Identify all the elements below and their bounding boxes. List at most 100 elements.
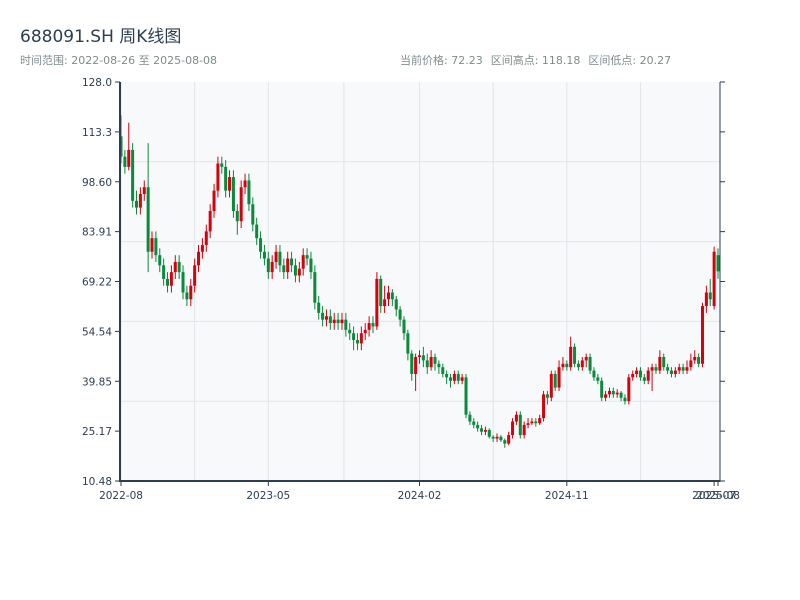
candle-body	[499, 436, 503, 441]
candle-body	[390, 292, 394, 300]
candle-body	[355, 340, 359, 344]
candle-body	[569, 346, 573, 368]
candle-body	[573, 346, 577, 364]
candle-body	[635, 370, 639, 374]
candle-body	[673, 370, 677, 374]
candle-body	[681, 367, 685, 371]
candle-body	[309, 258, 313, 273]
candle-body	[619, 392, 623, 398]
y-tick-label: 128.0	[82, 77, 112, 89]
candle-body	[503, 440, 507, 444]
candle-body	[336, 319, 340, 324]
candle-body	[604, 394, 608, 398]
y-tick-label: 98.60	[82, 177, 112, 189]
candle	[375, 272, 379, 330]
candle-body	[623, 397, 627, 402]
candle-body	[266, 258, 270, 273]
candle-body	[193, 265, 197, 286]
candle-body	[697, 357, 701, 364]
candle-body	[530, 421, 534, 424]
candle-body	[654, 367, 658, 371]
candle-body	[642, 377, 646, 381]
candle-body	[685, 367, 689, 371]
candle-body	[297, 268, 301, 276]
y-tick-label: 83.91	[82, 227, 112, 239]
candle-body	[418, 355, 421, 358]
candle-body	[197, 251, 201, 266]
candle-body	[580, 360, 584, 368]
candle-body	[561, 363, 565, 368]
candle	[464, 373, 468, 419]
candle-body	[476, 424, 480, 429]
candle-body	[693, 357, 697, 361]
candle-body	[534, 421, 538, 424]
candle	[712, 246, 716, 310]
candle-body	[425, 360, 429, 368]
candle-body	[154, 238, 158, 256]
candle-body	[542, 394, 546, 419]
candle-body	[538, 418, 542, 424]
candle-body	[200, 244, 204, 252]
candle-body	[646, 370, 650, 381]
candle-body	[596, 377, 600, 381]
candle-body	[224, 166, 228, 191]
candle-body	[166, 278, 170, 286]
candle-body	[146, 187, 150, 252]
candle-body	[549, 373, 553, 398]
candle-body	[371, 323, 375, 327]
candle-body	[328, 316, 332, 324]
candle-body	[611, 390, 615, 395]
y-tick-label: 39.85	[82, 376, 112, 388]
candle-body	[282, 265, 286, 273]
candle-body	[592, 370, 596, 378]
candle-body	[321, 312, 325, 320]
candle-body	[491, 436, 495, 439]
candle	[542, 390, 546, 422]
candle-body	[449, 377, 453, 381]
candle-body	[487, 430, 491, 437]
candle-body	[576, 363, 580, 368]
y-tick-label: 10.48	[82, 476, 112, 488]
candle-body	[615, 392, 619, 395]
candle-body	[716, 255, 720, 272]
candle-body	[262, 251, 266, 259]
candle-body	[270, 261, 274, 273]
x-tick-label: 2022-08	[99, 490, 143, 502]
candle-body	[480, 428, 484, 432]
candle-body	[181, 272, 185, 293]
candle-body	[173, 261, 177, 273]
candle-body	[135, 200, 139, 208]
candle-body	[662, 357, 666, 368]
x-tick-label: 2024-02	[398, 490, 442, 502]
candle-body	[228, 177, 232, 191]
candle-body	[708, 292, 712, 300]
y-tick-label: 54.54	[82, 326, 112, 338]
candle-body	[472, 421, 476, 425]
candle-body	[317, 302, 321, 313]
candle-body	[158, 255, 162, 266]
candle-body	[650, 367, 654, 371]
candle-body	[460, 377, 464, 381]
candle-body	[286, 258, 290, 273]
candle	[239, 180, 243, 228]
candle-body	[231, 177, 235, 212]
candle-body	[557, 367, 561, 388]
candle-body	[638, 370, 642, 378]
candle-body	[433, 357, 437, 364]
candle-body	[394, 299, 398, 310]
candle-body	[666, 367, 670, 371]
candle-body	[402, 319, 406, 334]
candle-body	[584, 357, 588, 361]
candle-body	[386, 292, 390, 300]
candle-body	[704, 292, 708, 307]
candle	[131, 143, 135, 208]
candle-body	[375, 278, 379, 327]
candle-body	[278, 251, 282, 266]
candle-body	[600, 380, 604, 398]
candle-body	[259, 238, 263, 252]
candle-body	[305, 255, 309, 259]
candle-body	[429, 357, 433, 368]
candle	[700, 302, 704, 368]
candle	[627, 373, 631, 405]
candle-body	[212, 190, 216, 212]
